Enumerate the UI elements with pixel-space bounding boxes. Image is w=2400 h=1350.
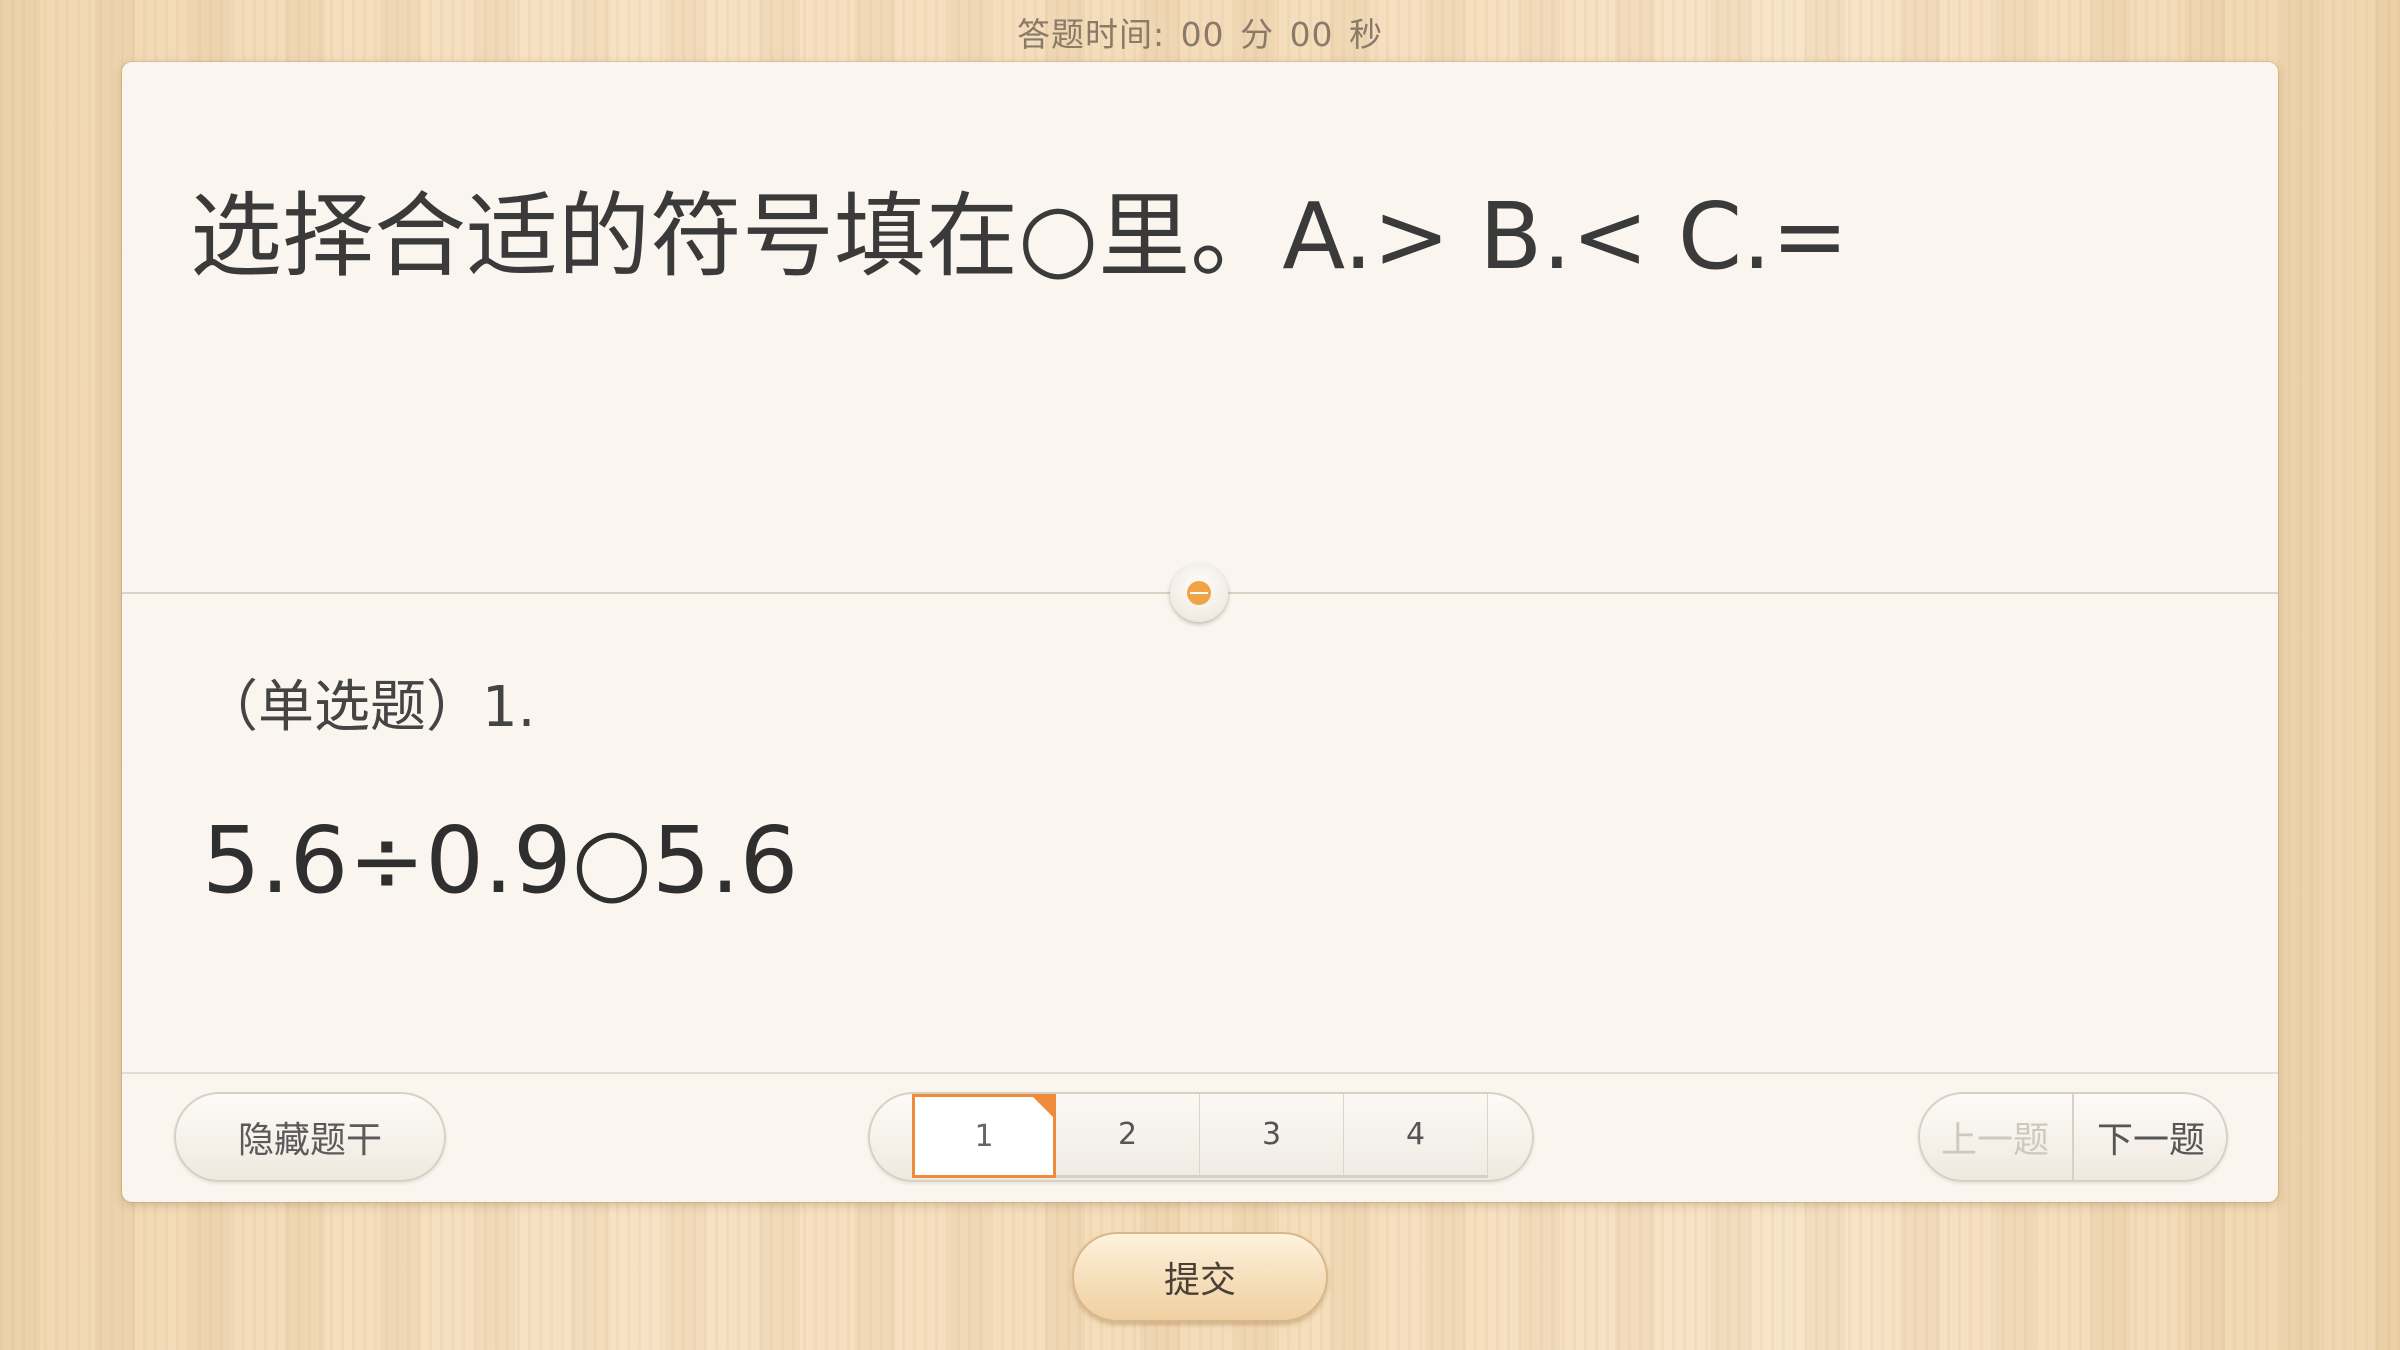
- question-card: 选择合适的符号填在○里。A.> B.< C.= （单选题）1. 5.6÷0.9○…: [122, 62, 2278, 1202]
- submit-button[interactable]: 提交: [1072, 1232, 1328, 1322]
- question-stem: 选择合适的符号填在○里。A.> B.< C.=: [190, 183, 1849, 290]
- prev-question-button[interactable]: 上一题: [1918, 1092, 2072, 1182]
- page-number: 4: [1405, 1117, 1426, 1152]
- question-nav: 上一题 下一题: [1918, 1092, 2228, 1182]
- timer-seconds-unit: 秒: [1349, 15, 1384, 54]
- page-number: 3: [1261, 1117, 1282, 1152]
- timer-seconds: 00: [1289, 15, 1334, 54]
- answer-timer: 答题时间: 00 分 00 秒: [0, 8, 2400, 56]
- toggle-dot: [1187, 581, 1211, 605]
- timer-minutes: 00: [1180, 15, 1225, 54]
- timer-label: 答题时间:: [1016, 15, 1166, 54]
- page-number: 1: [974, 1118, 994, 1154]
- flag-corner-icon: [1030, 1094, 1056, 1120]
- collapse-toggle-icon[interactable]: [1170, 564, 1228, 622]
- page-button-3[interactable]: 3: [1200, 1094, 1344, 1178]
- next-question-button[interactable]: 下一题: [2074, 1092, 2228, 1182]
- hide-stem-button[interactable]: 隐藏题干: [174, 1092, 446, 1182]
- page-button-1[interactable]: 1: [912, 1094, 1056, 1178]
- footer-divider: [122, 1072, 2278, 1074]
- page-button-2[interactable]: 2: [1056, 1094, 1200, 1178]
- question-expression: 5.6÷0.9○5.6: [202, 807, 799, 914]
- page-number: 2: [1117, 1117, 1138, 1152]
- question-pager: 1 2 3 4: [868, 1092, 1534, 1182]
- page-button-4[interactable]: 4: [1344, 1094, 1488, 1178]
- question-type-label: （单选题）1.: [202, 675, 536, 740]
- timer-minutes-unit: 分: [1240, 15, 1275, 54]
